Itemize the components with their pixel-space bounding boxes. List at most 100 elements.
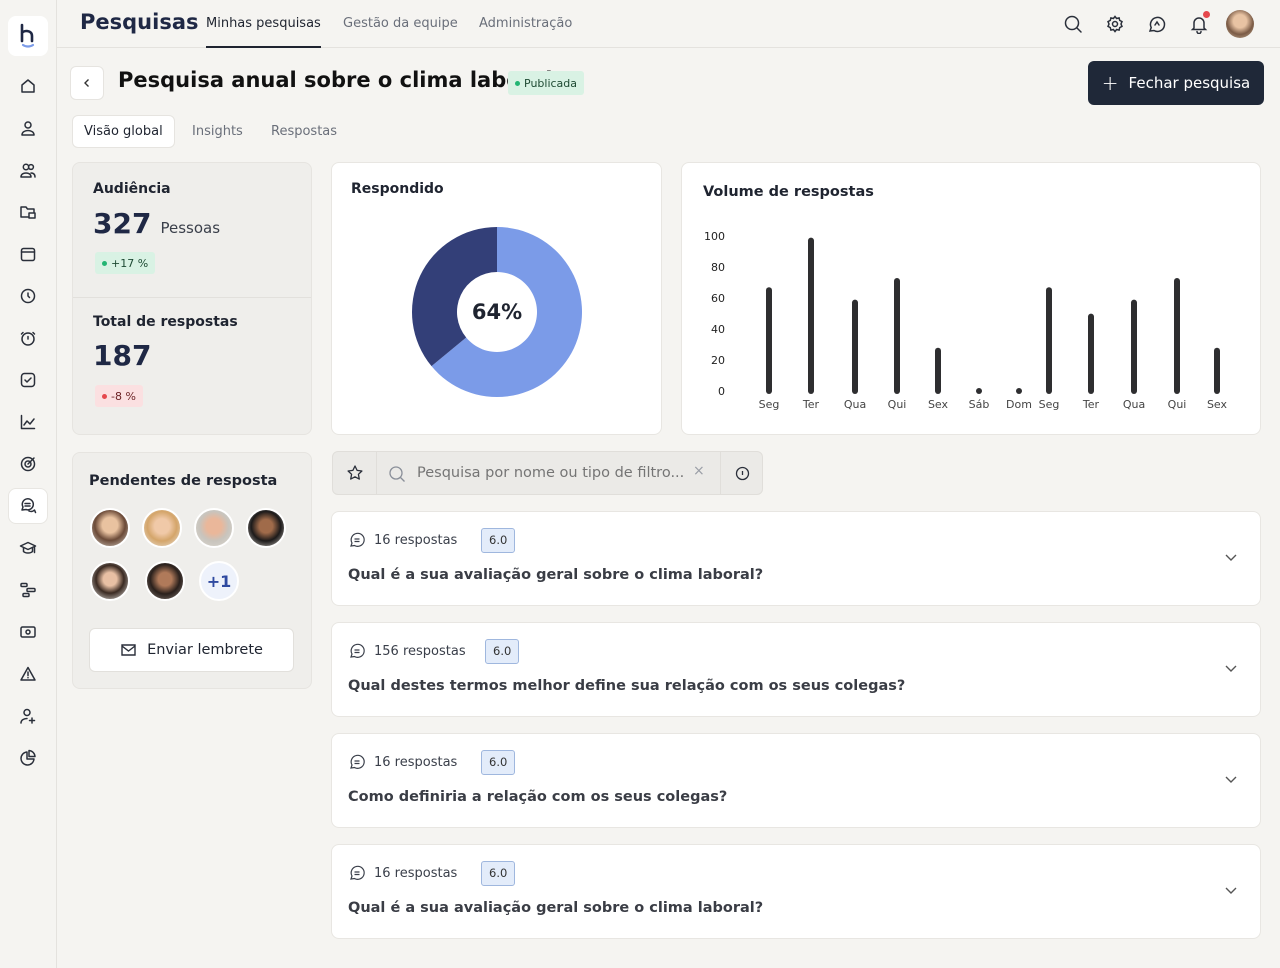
sidebar-item-checkbox[interactable]: [8, 362, 48, 398]
send-reminder-label: Enviar lembrete: [147, 642, 263, 658]
x-tick-label: Sex: [1207, 398, 1228, 411]
answered-percent: 64%: [471, 300, 523, 324]
sidebar-item-warning[interactable]: [8, 656, 48, 692]
audience-value: 327: [93, 207, 152, 240]
logo[interactable]: [8, 16, 48, 56]
avatar[interactable]: [1226, 10, 1254, 38]
responses-count-text: 16 respostas: [374, 865, 458, 881]
app-title: Pesquisas: [80, 10, 199, 34]
comment-icon: [350, 532, 365, 547]
question-item[interactable]: 16 respostas 6.0 Como definiria a relação …: [331, 733, 1261, 828]
chat-sync-icon[interactable]: [1147, 14, 1167, 34]
sidebar-item-chat[interactable]: [8, 488, 48, 524]
avatar[interactable]: [145, 561, 185, 601]
star-icon[interactable]: [333, 452, 377, 494]
bar-chart: 0 20 40 60 80 100 Seg Ter Qua Qui Sex Sáb Dom Seg Ter Q…: [704, 230, 1228, 411]
tab-insights[interactable]: Insights: [181, 115, 254, 148]
answered-card: Respondido 64%: [331, 162, 662, 435]
x-tick-label: Sáb: [969, 398, 990, 411]
question-text: Qual destes termos melhor define sua rel…: [348, 678, 906, 694]
sidebar-item-users[interactable]: [8, 152, 48, 188]
score-badge: 6.0: [485, 639, 520, 664]
plus-icon: +: [1101, 71, 1119, 95]
nav-minhas-pesquisas[interactable]: Minhas pesquisas: [206, 0, 321, 48]
sidebar-item-clock[interactable]: [8, 278, 48, 314]
chevron-down-icon[interactable]: [1224, 883, 1238, 897]
x-tick-label: Sex: [928, 398, 949, 411]
tab-respostas[interactable]: Respostas: [260, 115, 348, 148]
x-tick-label: Seg: [1039, 398, 1060, 411]
gear-icon[interactable]: [1105, 14, 1125, 34]
y-tick-label: 100: [704, 230, 725, 243]
chevron-down-icon[interactable]: [1224, 772, 1238, 786]
score-badge: 6.0: [481, 750, 516, 775]
bell-icon[interactable]: [1189, 11, 1210, 35]
sidebar-item-home[interactable]: [8, 68, 48, 104]
search-bar: ×: [332, 451, 763, 495]
responses-count: 16 respostas: [348, 864, 457, 882]
sidebar-item-user-add[interactable]: [8, 698, 48, 734]
x-tick-label: Dom: [1006, 398, 1032, 411]
y-tick-label: 40: [711, 323, 725, 336]
question-text: Qual é a sua avaliação geral sobre o cli…: [348, 567, 764, 583]
clear-icon[interactable]: ×: [693, 463, 705, 479]
responses-count-text: 156 respostas: [374, 643, 466, 659]
clock-icon: [20, 288, 36, 304]
avatar[interactable]: [90, 561, 130, 601]
sidebar-item-user[interactable]: [8, 110, 48, 146]
search-icon[interactable]: [1063, 14, 1083, 34]
stats-card: Audiência 327 Pessoas +17 % Total de res…: [72, 162, 312, 435]
sidebar-item-pie[interactable]: [8, 740, 48, 776]
y-tick-label: 0: [718, 385, 725, 398]
x-tick-label: Ter: [1082, 398, 1100, 411]
audience-label: Audiência: [93, 181, 171, 197]
audience-delta-badge: +17 %: [95, 252, 156, 274]
sidebar-item-graduation[interactable]: [8, 530, 48, 566]
search-icon: [389, 466, 405, 482]
sidebar-item-target[interactable]: [8, 446, 48, 482]
send-reminder-button[interactable]: Enviar lembrete: [89, 628, 294, 672]
pending-label: Pendentes de resposta: [89, 473, 278, 489]
chevron-down-icon[interactable]: [1224, 661, 1238, 675]
mail-icon: [121, 644, 136, 656]
x-tick-label: Qui: [888, 398, 907, 411]
question-item[interactable]: 16 respostas 6.0 Qual é a sua avaliação ge…: [331, 511, 1261, 606]
score-badge: 6.0: [481, 861, 516, 886]
sidebar-item-stopwatch[interactable]: [8, 320, 48, 356]
info-icon[interactable]: [720, 452, 763, 494]
comment-icon: [350, 865, 365, 880]
avatar[interactable]: [246, 508, 286, 548]
avatar[interactable]: [194, 508, 234, 548]
nav-gestao-equipe[interactable]: Gestão da equipe: [343, 0, 458, 48]
question-item[interactable]: 16 respostas 6.0 Qual é a sua avaliação ge…: [331, 844, 1261, 939]
chart-line-icon: [20, 414, 36, 430]
responses-count-text: 16 respostas: [374, 532, 458, 548]
tab-visao-global[interactable]: Visão global: [72, 115, 175, 148]
sidebar-item-folder[interactable]: [8, 194, 48, 230]
sidebar-item-workflow[interactable]: [8, 572, 48, 608]
question-item[interactable]: 156 respostas 6.0 Qual destes termos melho…: [331, 622, 1261, 717]
total-delta-badge: -8 %: [95, 385, 143, 407]
money-icon: [20, 626, 36, 638]
close-survey-button[interactable]: + Fechar pesquisa: [1088, 61, 1264, 105]
user-add-icon: [20, 708, 36, 724]
avatar[interactable]: [142, 508, 182, 548]
nav-administracao[interactable]: Administração: [479, 0, 572, 48]
home-icon: [21, 79, 35, 93]
avatar[interactable]: [90, 508, 130, 548]
question-text: Como definiria a relação com os seus col…: [348, 789, 728, 805]
more-avatars[interactable]: +1: [199, 561, 239, 601]
status-text: Publicada: [524, 76, 578, 90]
x-tick-label: Ter: [802, 398, 820, 411]
comment-icon: [350, 643, 365, 658]
back-button[interactable]: [70, 66, 104, 100]
warning-icon: [20, 666, 36, 681]
sidebar-item-money[interactable]: [8, 614, 48, 650]
comment-icon: [350, 754, 365, 769]
sidebar-item-chart-line[interactable]: [8, 404, 48, 440]
search-input[interactable]: [417, 461, 687, 485]
calendar-icon: [20, 247, 36, 262]
sidebar: [0, 0, 57, 968]
sidebar-item-calendar[interactable]: [8, 236, 48, 272]
chevron-down-icon[interactable]: [1224, 550, 1238, 564]
